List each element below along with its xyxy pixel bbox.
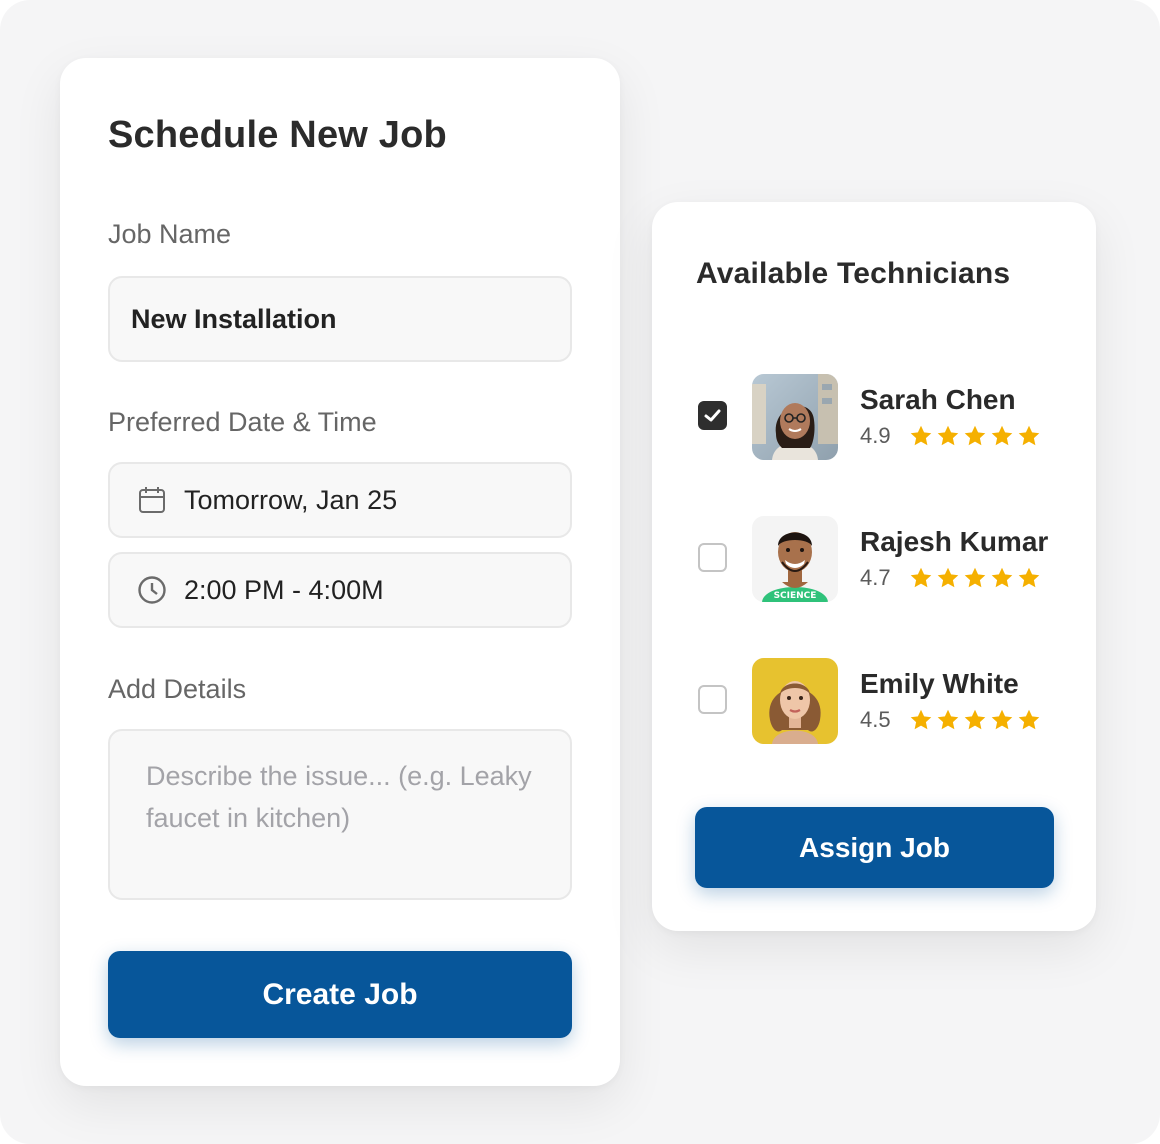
technician-rating: 4.7 <box>860 565 1041 591</box>
date-value: Tomorrow, Jan 25 <box>184 484 398 515</box>
technician-checkbox[interactable] <box>698 685 727 714</box>
job-name-value: New Installation <box>131 303 337 334</box>
technicians-card: Available Technicians Sarah Chen 4.9 SCI… <box>652 202 1096 931</box>
technician-name: Emily White <box>860 668 1019 699</box>
shirt-print: SCIENCE <box>774 591 817 601</box>
rating-stars <box>909 708 1041 732</box>
details-textarea[interactable]: Describe the issue... (e.g. Leaky faucet… <box>108 729 572 900</box>
create-job-button[interactable]: Create Job <box>108 951 572 1038</box>
star-icon <box>991 709 1012 730</box>
rating-stars <box>909 424 1041 448</box>
job-name-label: Job Name <box>108 219 232 249</box>
technician-checkbox[interactable] <box>698 401 727 430</box>
technician-rating: 4.9 <box>860 423 1041 449</box>
star-icon <box>964 425 985 446</box>
star-icon <box>964 567 985 588</box>
job-name-input[interactable]: New Installation <box>108 276 572 362</box>
technician-name: Rajesh Kumar <box>860 526 1049 557</box>
schedule-job-card: Schedule New Job Job Name New Installati… <box>60 58 620 1086</box>
schedule-job-title: Schedule New Job <box>108 114 447 156</box>
technicians-title: Available Technicians <box>696 257 1011 290</box>
technician-row-rajesh-kumar[interactable]: SCIENCE Rajesh Kumar 4.7 <box>696 516 1066 604</box>
star-icon <box>937 425 958 446</box>
star-icon <box>937 567 958 588</box>
star-icon <box>991 567 1012 588</box>
star-icon <box>1018 567 1039 588</box>
technician-row-emily-white[interactable]: Emily White 4.5 <box>696 658 1066 746</box>
details-label: Add Details <box>108 674 247 704</box>
star-icon <box>1018 425 1039 446</box>
clock-icon <box>137 575 167 605</box>
star-icon <box>991 425 1012 446</box>
time-picker-field[interactable]: 2:00 PM - 4:00M <box>108 552 572 628</box>
star-icon <box>937 709 958 730</box>
assign-job-button[interactable]: Assign Job <box>695 807 1054 888</box>
time-value: 2:00 PM - 4:00M <box>184 574 384 605</box>
rating-value: 4.7 <box>860 565 891 590</box>
star-icon <box>1018 709 1039 730</box>
page-background: Schedule New Job Job Name New Installati… <box>0 0 1160 1144</box>
technician-name: Sarah Chen <box>860 384 1016 415</box>
details-placeholder: Describe the issue... (e.g. Leaky faucet… <box>146 761 532 833</box>
star-icon <box>910 567 931 588</box>
technician-avatar: SCIENCE <box>752 516 838 602</box>
rating-value: 4.9 <box>860 423 891 448</box>
star-icon <box>964 709 985 730</box>
star-icon <box>910 425 931 446</box>
technician-rating: 4.5 <box>860 707 1041 733</box>
star-icon <box>910 709 931 730</box>
datetime-label: Preferred Date & Time <box>108 407 377 437</box>
technician-checkbox[interactable] <box>698 543 727 572</box>
technician-row-sarah-chen[interactable]: Sarah Chen 4.9 <box>696 374 1066 462</box>
date-picker-field[interactable]: Tomorrow, Jan 25 <box>108 462 572 538</box>
rating-stars <box>909 566 1041 590</box>
technician-avatar <box>752 658 838 744</box>
calendar-icon <box>137 485 167 515</box>
technician-avatar <box>752 374 838 460</box>
rating-value: 4.5 <box>860 707 891 732</box>
